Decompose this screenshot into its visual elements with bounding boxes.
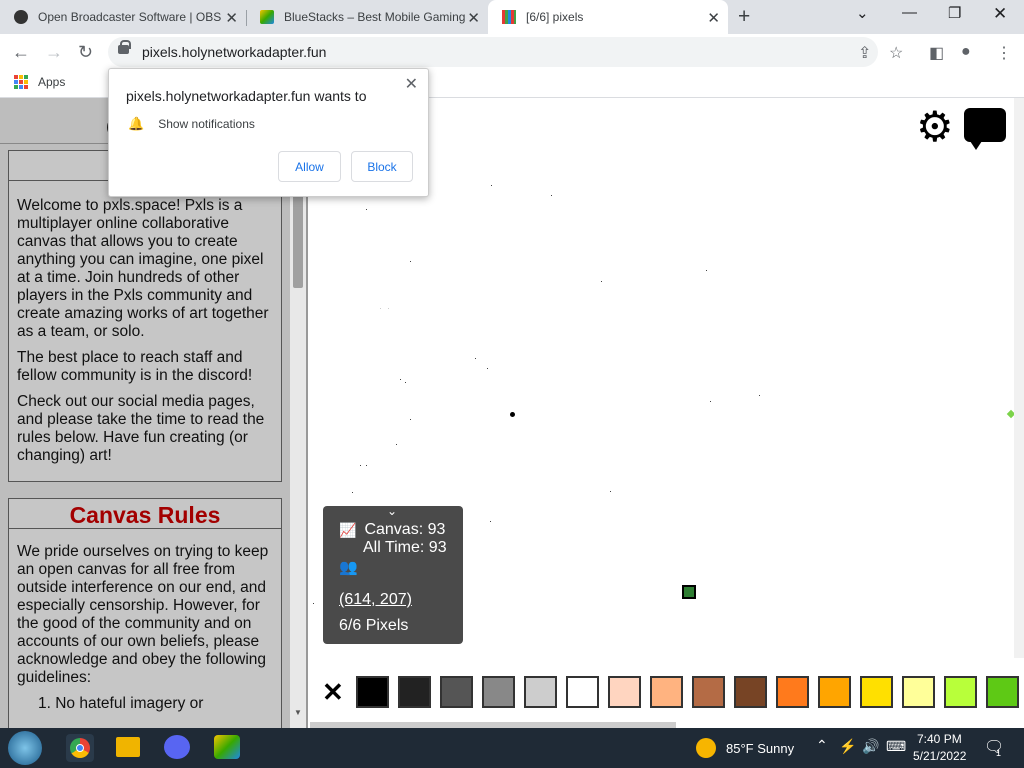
palette-swatch[interactable] xyxy=(482,676,515,708)
chat-icon[interactable] xyxy=(964,108,1006,150)
deselect-color-icon[interactable]: ✕ xyxy=(322,677,344,708)
scroll-down-icon[interactable]: ▼ xyxy=(294,708,302,717)
start-button[interactable] xyxy=(8,731,42,765)
network-icon[interactable]: ⚡ xyxy=(839,738,856,755)
permission-text: Show notifications xyxy=(158,117,255,131)
bluestacks-icon xyxy=(260,10,274,24)
window-close-button[interactable]: ✕ xyxy=(993,4,1007,24)
apps-bookmark[interactable]: Apps xyxy=(14,75,65,89)
users-icon: 👥 xyxy=(339,559,358,576)
palette-swatch[interactable] xyxy=(902,676,935,708)
tab-title: Open Broadcaster Software | OBS xyxy=(38,10,222,24)
apps-grid-icon xyxy=(14,75,28,89)
palette-swatch[interactable] xyxy=(692,676,725,708)
volume-icon[interactable]: 🔊 xyxy=(862,738,879,755)
tab-obs[interactable]: Open Broadcaster Software | OBS ✕ xyxy=(0,0,246,34)
palette-swatch[interactable] xyxy=(524,676,557,708)
sidebar-scroll-thumb[interactable] xyxy=(293,184,303,288)
close-icon[interactable]: ✕ xyxy=(707,9,720,27)
bluestacks-taskbar-icon[interactable] xyxy=(214,735,240,759)
stats-panel: ⌄ 📈 Canvas: 93 All Time: 93 👥 (614, 207)… xyxy=(323,504,463,644)
minimize-button[interactable]: — xyxy=(902,4,917,21)
palette-swatch[interactable] xyxy=(440,676,473,708)
cursor-reticle xyxy=(510,412,515,417)
bell-icon: 🔔 xyxy=(128,116,145,131)
file-explorer-icon[interactable] xyxy=(116,737,140,757)
coordinates-link[interactable]: (614, 207) xyxy=(339,591,412,609)
action-center-icon[interactable]: 🗨 xyxy=(984,737,1004,757)
tab-strip: Open Broadcaster Software | OBS ✕ BlueSt… xyxy=(0,0,1024,34)
discord-icon[interactable] xyxy=(164,735,190,759)
weather-text[interactable]: 85°F Sunny xyxy=(726,741,794,756)
tab-title: BlueStacks – Best Mobile Gaming xyxy=(284,10,466,24)
url-text[interactable]: pixels.holynetworkadapter.fun xyxy=(142,44,326,60)
notification-badge: 1 xyxy=(996,748,1002,758)
close-icon[interactable]: ✕ xyxy=(467,9,480,27)
block-button[interactable]: Block xyxy=(351,151,413,182)
side-panel-icon[interactable]: ◧ xyxy=(929,43,944,63)
palette-swatch[interactable] xyxy=(734,676,767,708)
lock-icon[interactable] xyxy=(118,40,131,54)
alltime-count: All Time: 93 xyxy=(363,539,447,556)
palette-swatch[interactable] xyxy=(566,676,599,708)
social-paragraph: Check out our social media pages, and pl… xyxy=(17,393,265,464)
new-tab-button[interactable]: + xyxy=(738,5,750,29)
chart-icon: 📈 xyxy=(339,521,357,538)
welcome-paragraph: Welcome to pxls.space! Pxls is a multipl… xyxy=(17,197,269,340)
input-icon[interactable]: ⌨ xyxy=(886,738,906,755)
palette-swatch[interactable] xyxy=(986,676,1019,708)
pixels-favicon xyxy=(502,10,516,24)
close-icon[interactable]: ✕ xyxy=(225,9,238,27)
share-icon[interactable]: ⇪ xyxy=(858,43,871,63)
restore-button[interactable]: ❐ xyxy=(948,4,961,22)
tab-pixels[interactable]: [6/6] pixels ✕ xyxy=(488,0,728,34)
apps-label: Apps xyxy=(38,75,66,89)
color-palette: ✕ xyxy=(322,673,1024,711)
chevron-down-icon[interactable]: ⌄ xyxy=(387,504,397,518)
welcome-box: W Welcome to pxls.space! Pxls is a multi… xyxy=(8,150,282,482)
tray-chevron-icon[interactable]: ⌃ xyxy=(816,737,828,754)
rule-item: 1. No hateful imagery or xyxy=(38,695,204,712)
windows-taskbar: 85°F Sunny ⌃ ⚡ 🔊 ⌨ 7:40 PM 5/21/2022 🗨 1 xyxy=(0,728,1024,768)
vertical-scrollbar[interactable] xyxy=(1014,98,1024,658)
profile-icon[interactable]: ● xyxy=(961,43,971,61)
palette-swatch[interactable] xyxy=(398,676,431,708)
gear-icon[interactable]: ⚙ xyxy=(916,106,954,148)
back-arrow-icon[interactable]: ← xyxy=(12,43,30,61)
palette-swatch[interactable] xyxy=(608,676,641,708)
clock-time[interactable]: 7:40 PM xyxy=(917,732,962,746)
rules-box: Canvas Rules We pride ourselves on tryin… xyxy=(8,498,282,728)
tab-bluestacks[interactable]: BlueStacks – Best Mobile Gaming ✕ xyxy=(246,0,488,34)
palette-swatch[interactable] xyxy=(818,676,851,708)
tab-title: [6/6] pixels xyxy=(526,10,584,24)
rules-intro: We pride ourselves on trying to keep an … xyxy=(17,543,269,686)
reload-icon[interactable]: ↻ xyxy=(78,43,93,61)
browser-toolbar: ← → ↻ pixels.holynetworkadapter.fun ⇪ ☆ … xyxy=(0,34,1024,71)
notification-permission-prompt: pixels.holynetworkadapter.fun wants to ✕… xyxy=(108,68,429,197)
palette-swatch[interactable] xyxy=(944,676,977,708)
menu-kebab-icon[interactable]: ⋮ xyxy=(996,43,1012,63)
close-icon[interactable]: ✕ xyxy=(405,74,418,94)
user-avatar-marker xyxy=(682,585,696,599)
discord-paragraph: The best place to reach staff and fellow… xyxy=(17,349,253,384)
canvas-count: Canvas: 93 xyxy=(364,521,446,538)
chrome-taskbar-icon[interactable] xyxy=(66,734,94,762)
tab-search-icon[interactable]: ⌄ xyxy=(856,4,869,22)
bookmark-star-icon[interactable]: ☆ xyxy=(889,43,903,63)
pixel-count: 6/6 Pixels xyxy=(339,617,409,634)
palette-swatch[interactable] xyxy=(650,676,683,708)
palette-swatch[interactable] xyxy=(356,676,389,708)
obs-icon xyxy=(14,10,28,24)
clock-date[interactable]: 5/21/2022 xyxy=(913,749,966,763)
address-bar[interactable]: pixels.holynetworkadapter.fun ⇪ xyxy=(108,37,878,67)
palette-swatch[interactable] xyxy=(776,676,809,708)
palette-swatch[interactable] xyxy=(860,676,893,708)
allow-button[interactable]: Allow xyxy=(278,151,341,182)
rules-title: Canvas Rules xyxy=(9,499,281,529)
weather-sun-icon xyxy=(696,738,716,758)
forward-arrow-icon[interactable]: → xyxy=(45,43,63,61)
prompt-message: pixels.holynetworkadapter.fun wants to xyxy=(126,88,367,104)
